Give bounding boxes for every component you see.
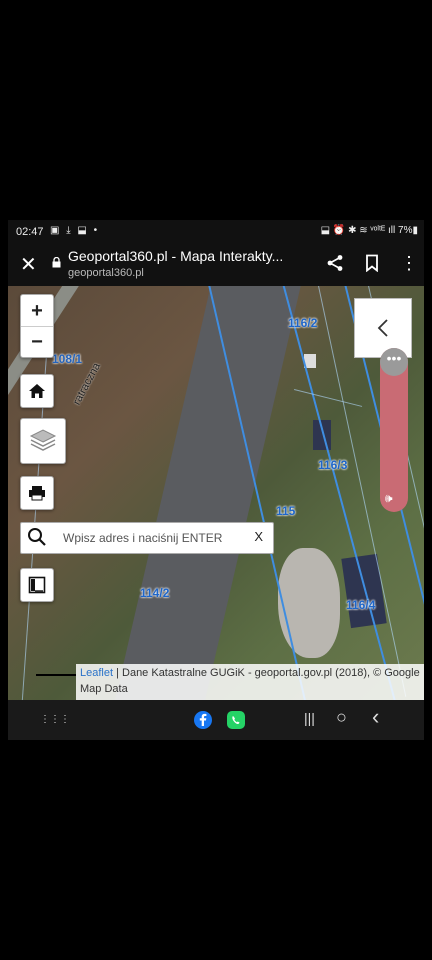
status-bar: 02:47 ▣ ⤓ ⬓ • ⬓ ⏰ ✱ ≋ ᵛᵒˡᵗᴱ ıll 7%▮: [8, 220, 424, 244]
bookmark-button[interactable]: [364, 254, 380, 277]
parcel-label[interactable]: 116/4: [346, 598, 375, 612]
browser-toolbar: ✕ Geoportal360.pl - Mapa Interakty... ge…: [8, 244, 424, 286]
zoom-in-button[interactable]: +: [21, 296, 53, 326]
clear-search-button[interactable]: X: [254, 529, 263, 544]
close-tab-button[interactable]: ✕: [20, 252, 37, 277]
parcel-label[interactable]: 114/2: [140, 586, 169, 600]
address-search-input[interactable]: [61, 527, 245, 549]
edge-panel-handle[interactable]: ••• 🕪: [380, 348, 408, 512]
audio-icon[interactable]: 🕪: [385, 491, 393, 506]
page-title: Geoportal360.pl - Mapa Interakty...: [68, 248, 284, 264]
print-button[interactable]: [20, 476, 54, 510]
bookmark-icon: [366, 254, 378, 273]
map-view[interactable]: ratraczna 116/2 116/3 115 114/2 116/4 10…: [8, 286, 424, 700]
map-attribution: Leaflet | Dane Katastralne GUGiK - geopo…: [76, 664, 424, 700]
address-search-box: X: [20, 522, 274, 554]
legend-button[interactable]: [20, 568, 54, 602]
printer-icon: [29, 486, 45, 501]
gravel-area: [278, 548, 340, 658]
facebook-app-icon[interactable]: [194, 711, 212, 734]
page-url[interactable]: geoportal360.pl: [68, 267, 144, 279]
status-time: 02:47: [16, 226, 44, 238]
recent-apps-button[interactable]: |||: [304, 710, 315, 726]
share-button[interactable]: [326, 254, 344, 277]
apps-grid-button[interactable]: ⋮⋮⋮: [40, 714, 70, 725]
whatsapp-app-icon[interactable]: [227, 711, 245, 734]
system-status-icons: ⬓ ⏰ ✱ ≋ ᵛᵒˡᵗᴱ ıll 7%▮: [320, 225, 418, 236]
notification-icons: ▣ ⤓ ⬓ •: [50, 225, 100, 236]
street-label: ratraczna: [70, 360, 103, 408]
parcel-label[interactable]: 115: [276, 504, 295, 518]
zoom-out-button[interactable]: −: [21, 327, 53, 357]
attribution-text: | Dane Katastralne GUGiK - geoportal.gov…: [80, 667, 420, 695]
navigation-bar: ⋮⋮⋮ ||| ○ ‹: [8, 700, 424, 740]
leaflet-link[interactable]: Leaflet: [80, 667, 113, 679]
layers-button[interactable]: [20, 418, 66, 464]
more-dots-icon[interactable]: •••: [380, 348, 408, 376]
home-nav-button[interactable]: ○: [336, 707, 347, 728]
chevron-left-icon: [377, 319, 388, 337]
scale-bar: [36, 674, 76, 676]
parcel-label[interactable]: 116/2: [288, 316, 317, 330]
sidebar-toggle-button[interactable]: [354, 298, 412, 358]
back-nav-button[interactable]: ‹: [372, 704, 379, 730]
lock-icon: [52, 256, 61, 271]
parcel-115-field: [106, 286, 303, 700]
legend-icon: [28, 576, 46, 594]
search-icon: [27, 527, 47, 552]
parcel-label[interactable]: 108/1: [52, 352, 82, 366]
parcel-boundary: [294, 389, 363, 407]
zoom-control: + −: [20, 294, 54, 358]
home-button[interactable]: [20, 374, 54, 408]
phone-screen: 02:47 ▣ ⤓ ⬓ • ⬓ ⏰ ✱ ≋ ᵛᵒˡᵗᴱ ıll 7%▮ ✕ Ge…: [8, 220, 424, 740]
home-icon: [29, 384, 45, 398]
more-options-button[interactable]: ⋮: [400, 253, 418, 274]
parcel-label[interactable]: 116/3: [318, 458, 347, 472]
layers-icon: [29, 429, 57, 451]
share-icon: [327, 255, 343, 271]
